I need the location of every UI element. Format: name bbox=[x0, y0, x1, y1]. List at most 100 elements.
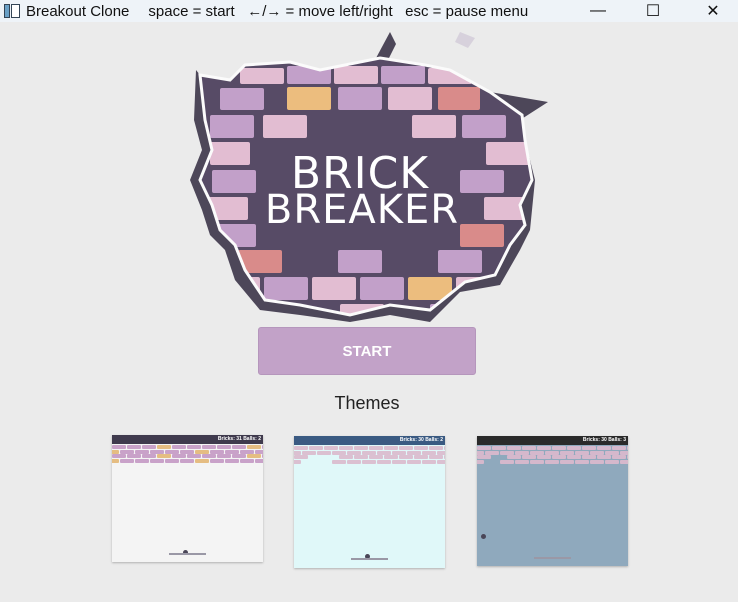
theme-paddle bbox=[534, 557, 571, 559]
theme-brick bbox=[500, 459, 514, 464]
theme-brick bbox=[552, 455, 566, 459]
theme-brick bbox=[294, 446, 308, 450]
theme-brick bbox=[127, 445, 141, 449]
theme-brick bbox=[332, 459, 346, 464]
theme-brick bbox=[612, 455, 626, 459]
start-button[interactable]: START bbox=[258, 327, 476, 375]
theme-option-light[interactable]: Bricks: 31 Balls: 2 bbox=[112, 435, 263, 562]
theme-brick bbox=[354, 446, 368, 450]
theme-brick bbox=[477, 450, 484, 455]
theme-brick bbox=[590, 459, 604, 464]
theme-brick bbox=[384, 446, 398, 450]
theme-brick bbox=[362, 450, 376, 455]
theme-thumb-header: Bricks: 31 Balls: 2 bbox=[112, 435, 263, 444]
theme-brick bbox=[429, 455, 443, 459]
theme-brick bbox=[605, 459, 619, 464]
theme-brick bbox=[195, 458, 209, 463]
theme-thumb-header: Bricks: 30 Balls: 3 bbox=[477, 436, 628, 445]
theme-brick bbox=[530, 450, 544, 455]
theme-brick bbox=[202, 454, 216, 458]
theme-brick bbox=[347, 450, 361, 455]
maximize-icon: ☐ bbox=[645, 3, 661, 20]
theme-brick bbox=[407, 450, 421, 455]
theme-brick bbox=[507, 446, 521, 450]
theme-brick bbox=[187, 454, 201, 458]
theme-brick bbox=[515, 459, 529, 464]
minimize-button[interactable]: — bbox=[575, 0, 621, 22]
theme-brick bbox=[135, 449, 149, 454]
theme-brick bbox=[302, 450, 316, 455]
controls-hint: space = start ←/→ = move left/right esc … bbox=[148, 2, 529, 20]
brick-breaker-logo: BRICK BREAKER bbox=[190, 32, 548, 322]
theme-brick bbox=[560, 459, 574, 464]
theme-brick bbox=[120, 458, 134, 463]
theme-brick bbox=[444, 455, 445, 459]
theme-brick bbox=[112, 449, 119, 454]
theme-brick bbox=[530, 459, 544, 464]
theme-brick bbox=[560, 450, 574, 455]
theme-brick bbox=[165, 458, 179, 463]
theme-brick bbox=[399, 446, 413, 450]
theme-brick bbox=[392, 459, 406, 464]
theme-brick bbox=[217, 445, 231, 449]
theme-brick bbox=[582, 446, 596, 450]
theme-brick bbox=[362, 459, 376, 464]
theme-brick bbox=[247, 454, 261, 458]
theme-brick bbox=[232, 445, 246, 449]
logo-crack bbox=[375, 32, 396, 60]
theme-brick bbox=[537, 455, 551, 459]
theme-brick bbox=[477, 455, 491, 459]
theme-brick bbox=[552, 446, 566, 450]
theme-brick bbox=[414, 455, 428, 459]
theme-brick bbox=[142, 454, 156, 458]
theme-brick bbox=[120, 449, 134, 454]
theme-brick bbox=[437, 459, 445, 464]
theme-brick bbox=[407, 459, 421, 464]
theme-brick bbox=[627, 455, 628, 459]
theme-status-text: Bricks: 30 Balls: 2 bbox=[399, 437, 443, 443]
theme-brick bbox=[294, 459, 301, 464]
theme-brick bbox=[515, 450, 529, 455]
theme-brick bbox=[172, 445, 186, 449]
maximize-button[interactable]: ☐ bbox=[630, 0, 676, 22]
theme-brick bbox=[262, 445, 263, 449]
theme-brick bbox=[567, 446, 581, 450]
theme-brick bbox=[522, 455, 536, 459]
theme-brick bbox=[255, 458, 263, 463]
theme-brick bbox=[575, 459, 589, 464]
theme-brick bbox=[444, 446, 445, 450]
theme-brick bbox=[187, 445, 201, 449]
theme-brick bbox=[477, 446, 491, 450]
theme-brick bbox=[247, 445, 261, 449]
theme-brick bbox=[150, 449, 164, 454]
close-icon: ✕ bbox=[706, 3, 720, 20]
theme-brick bbox=[492, 446, 506, 450]
theme-brick-rows bbox=[294, 446, 445, 464]
theme-brick bbox=[180, 449, 194, 454]
theme-brick bbox=[112, 458, 119, 463]
theme-brick bbox=[294, 450, 301, 455]
minimize-icon: — bbox=[590, 2, 606, 19]
theme-thumb-header: Bricks: 30 Balls: 2 bbox=[294, 436, 445, 445]
close-button[interactable]: ✕ bbox=[690, 0, 736, 22]
theme-brick bbox=[612, 446, 626, 450]
theme-brick bbox=[384, 455, 398, 459]
theme-brick bbox=[172, 454, 186, 458]
theme-brick bbox=[112, 445, 126, 449]
theme-brick bbox=[545, 459, 559, 464]
theme-paddle bbox=[169, 553, 206, 555]
theme-brick bbox=[627, 446, 628, 450]
theme-brick bbox=[165, 449, 179, 454]
theme-brick bbox=[545, 450, 559, 455]
theme-ball bbox=[481, 534, 486, 539]
theme-brick bbox=[142, 445, 156, 449]
theme-brick bbox=[582, 455, 596, 459]
theme-brick bbox=[422, 459, 436, 464]
theme-brick bbox=[232, 454, 246, 458]
theme-brick bbox=[392, 450, 406, 455]
theme-brick bbox=[377, 450, 391, 455]
theme-brick bbox=[339, 455, 353, 459]
theme-option-aqua[interactable]: Bricks: 30 Balls: 2 bbox=[294, 436, 445, 568]
theme-option-dark[interactable]: Bricks: 30 Balls: 3 bbox=[477, 436, 628, 566]
theme-brick bbox=[500, 450, 514, 455]
